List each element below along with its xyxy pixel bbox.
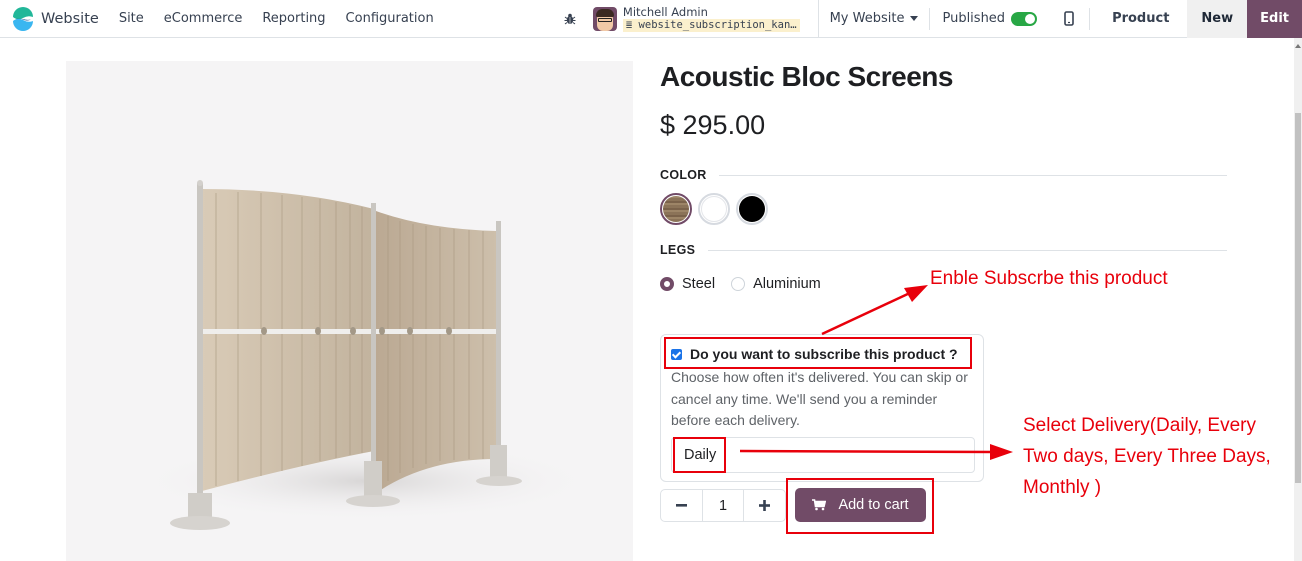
- annotation-delivery-line: Two days, Every Three Days,: [1023, 446, 1271, 467]
- annotation-enable-subscribe: Enble Subscrbe this product: [930, 268, 1168, 289]
- scroll-up-arrow-icon[interactable]: [1295, 44, 1301, 48]
- annotation-delivery-line: Select Delivery(Daily, Every: [1023, 415, 1256, 436]
- page-scrollbar[interactable]: [1294, 38, 1302, 561]
- arrow-line-enable: [821, 290, 913, 336]
- scrollbar-thumb[interactable]: [1295, 113, 1301, 483]
- arrow-head-enable: [904, 285, 928, 302]
- annotation-delivery-options: Select Delivery(Daily, Every Two days, E…: [1023, 410, 1298, 503]
- arrow-head-delivery: [990, 444, 1013, 460]
- annotation-delivery-line: Monthly ): [1023, 477, 1102, 498]
- arrow-line-delivery: [739, 449, 996, 454]
